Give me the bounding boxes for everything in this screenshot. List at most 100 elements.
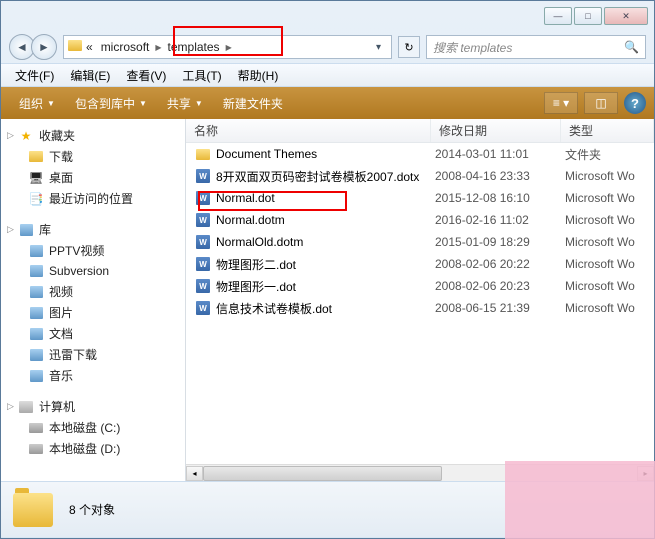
menu-bar: 文件(F) 编辑(E) 查看(V) 工具(T) 帮助(H) (1, 63, 654, 87)
file-row[interactable]: W 物理图形一.dot2008-02-06 20:23Microsoft Wo (186, 275, 654, 297)
word-icon: W (196, 257, 210, 271)
file-name: 物理图形一.dot (216, 278, 435, 295)
file-date: 2008-02-06 20:23 (435, 279, 565, 293)
search-placeholder: 搜索 templates (433, 39, 512, 56)
music-icon (30, 370, 43, 382)
address-bar[interactable]: « microsoft ▶ templates ▶ ▾ (63, 35, 392, 59)
address-dropdown[interactable]: ▾ (370, 42, 387, 53)
status-count: 8 个对象 (69, 501, 115, 518)
sidebar-item[interactable]: 图片 (1, 302, 185, 323)
drive-icon (29, 444, 43, 454)
file-date: 2015-01-09 18:29 (435, 235, 565, 249)
preview-pane-button[interactable]: ◫ (584, 92, 618, 114)
scroll-thumb[interactable] (203, 466, 442, 481)
view-options-button[interactable]: ≡ ▾ (544, 92, 578, 114)
search-icon[interactable]: 🔍 (624, 40, 639, 54)
documents-icon (30, 328, 43, 340)
sidebar-item[interactable]: 视频 (1, 281, 185, 302)
file-row[interactable]: WNormal.dotm2016-02-16 11:02Microsoft Wo (186, 209, 654, 231)
file-type: 文件夹 (565, 146, 654, 163)
refresh-button[interactable]: ↻ (398, 36, 420, 58)
breadcrumb-seg[interactable]: templates (164, 40, 224, 54)
file-date: 2008-02-06 20:22 (435, 257, 565, 271)
chevron-right-icon[interactable]: ▶ (224, 43, 234, 52)
file-type: Microsoft Wo (565, 191, 654, 205)
close-button[interactable]: ✕ (604, 7, 648, 25)
organize-menu[interactable]: 组织▼ (9, 95, 65, 112)
col-date[interactable]: 修改日期 (431, 119, 561, 142)
folder-icon (29, 151, 43, 162)
menu-tools[interactable]: 工具(T) (174, 67, 229, 84)
file-type: Microsoft Wo (565, 235, 654, 249)
breadcrumb-seg[interactable]: « (82, 40, 97, 54)
word-icon: W (196, 279, 210, 293)
folder-icon (196, 149, 210, 160)
chevron-right-icon[interactable]: ▶ (153, 43, 163, 52)
file-name: NormalOld.dotm (216, 235, 435, 249)
forward-button[interactable]: ► (31, 34, 57, 60)
word-icon: W (196, 235, 210, 249)
sidebar-item-drive[interactable]: 本地磁盘 (C:) (1, 417, 185, 438)
library-icon (20, 224, 33, 236)
help-button[interactable]: ? (624, 92, 646, 114)
download-icon (30, 349, 43, 361)
sidebar-item[interactable]: 音乐 (1, 365, 185, 386)
sidebar-item[interactable]: 迅雷下载 (1, 344, 185, 365)
word-icon: W (196, 169, 210, 183)
scroll-left-icon[interactable]: ◂ (186, 466, 203, 481)
file-row[interactable]: Document Themes2014-03-01 11:01文件夹 (186, 143, 654, 165)
sidebar-item[interactable]: 文档 (1, 323, 185, 344)
file-name: Document Themes (216, 147, 435, 161)
file-date: 2016-02-16 11:02 (435, 213, 565, 227)
sidebar-libraries[interactable]: ▷库 (1, 219, 185, 240)
file-type: Microsoft Wo (565, 279, 654, 293)
file-type: Microsoft Wo (565, 169, 654, 183)
file-row[interactable]: W 8开双面双页码密封试卷模板2007.dotx2008-04-16 23:33M… (186, 165, 654, 187)
sidebar-item[interactable]: Subversion (1, 261, 185, 281)
word-icon: W (196, 301, 210, 315)
sidebar-item-downloads[interactable]: 下载 (1, 146, 185, 167)
sidebar-item-drive[interactable]: 本地磁盘 (D:) (1, 438, 185, 459)
star-icon: ★ (17, 128, 35, 144)
desktop-icon: 🖥 (27, 170, 45, 186)
breadcrumb-seg[interactable]: microsoft (97, 40, 154, 54)
folder-icon (68, 40, 82, 51)
word-icon: W (196, 191, 210, 205)
sidebar-item[interactable]: PPTV视频 (1, 240, 185, 261)
file-date: 2008-06-15 21:39 (435, 301, 565, 315)
menu-view[interactable]: 查看(V) (118, 67, 174, 84)
share-menu[interactable]: 共享▼ (157, 95, 213, 112)
minimize-button[interactable]: — (544, 7, 572, 25)
sidebar-computer[interactable]: ▷计算机 (1, 396, 185, 417)
file-type: Microsoft Wo (565, 301, 654, 315)
column-headers: 名称 修改日期 类型 (186, 119, 654, 143)
file-row[interactable]: W物理图形二.dot2008-02-06 20:22Microsoft Wo (186, 253, 654, 275)
video-icon (30, 245, 43, 257)
pictures-icon (30, 307, 43, 319)
col-name[interactable]: 名称 (186, 119, 431, 142)
menu-file[interactable]: 文件(F) (7, 67, 62, 84)
sidebar-item-desktop[interactable]: 🖥桌面 (1, 167, 185, 188)
file-name: 8开双面双页码密封试卷模板2007.dotx (216, 168, 435, 185)
search-input[interactable]: 搜索 templates 🔍 (426, 35, 646, 59)
file-list: Document Themes2014-03-01 11:01文件夹 W 8开双面双… (186, 143, 654, 464)
word-icon: W (196, 213, 210, 227)
sidebar-favorites[interactable]: ▷★收藏夹 (1, 125, 185, 146)
maximize-button[interactable]: □ (574, 7, 602, 25)
newfolder-button[interactable]: 新建文件夹 (213, 95, 293, 112)
sidebar-item-recent[interactable]: 📑最近访问的位置 (1, 188, 185, 209)
menu-help[interactable]: 帮助(H) (230, 67, 287, 84)
file-row[interactable]: W 信息技术试卷模板.dot2008-06-15 21:39Microsoft W… (186, 297, 654, 319)
file-row[interactable]: W NormalOld.dotm2015-01-09 18:29Microsoft… (186, 231, 654, 253)
file-name: 信息技术试卷模板.dot (216, 300, 435, 317)
file-date: 2008-04-16 23:33 (435, 169, 565, 183)
file-name: Normal.dotm (216, 213, 435, 227)
col-type[interactable]: 类型 (561, 119, 654, 142)
overlay (505, 461, 655, 539)
file-name: Normal.dot (216, 191, 435, 205)
svn-icon (30, 265, 43, 277)
computer-icon (19, 401, 33, 413)
include-menu[interactable]: 包含到库中▼ (65, 95, 157, 112)
file-row[interactable]: WNormal.dot2015-12-08 16:10Microsoft Wo (186, 187, 654, 209)
menu-edit[interactable]: 编辑(E) (62, 67, 118, 84)
